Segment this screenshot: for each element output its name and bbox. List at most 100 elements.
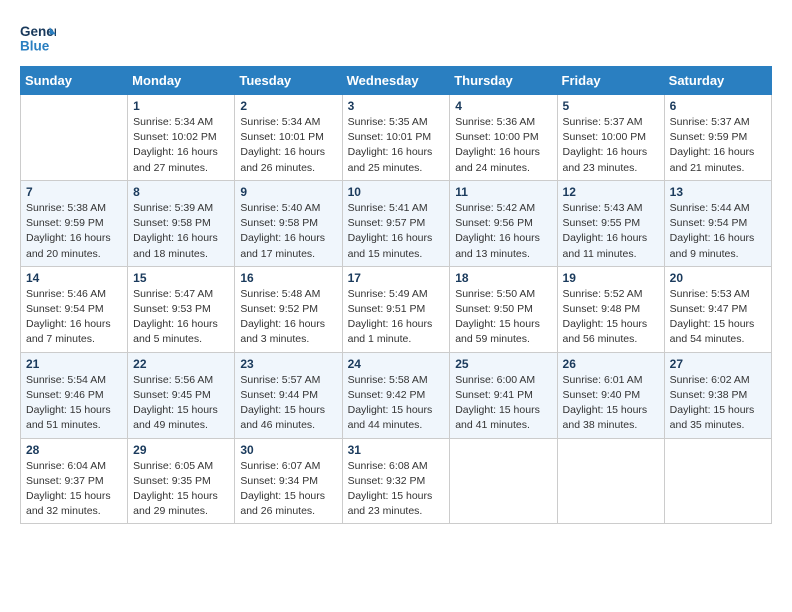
sunset-text: Sunset: 10:02 PM: [133, 130, 229, 145]
daylight-text: Daylight: 16 hours and 5 minutes.: [133, 317, 229, 347]
sunrise-text: Sunrise: 5:41 AM: [348, 201, 445, 216]
day-info: Sunrise: 5:41 AMSunset: 9:57 PMDaylight:…: [348, 201, 445, 262]
sunrise-text: Sunrise: 5:54 AM: [26, 373, 122, 388]
daylight-text: Daylight: 15 hours and 32 minutes.: [26, 489, 122, 519]
daylight-text: Daylight: 16 hours and 17 minutes.: [240, 231, 336, 261]
day-number: 11: [455, 185, 551, 199]
sunset-text: Sunset: 9:56 PM: [455, 216, 551, 231]
sunset-text: Sunset: 9:54 PM: [670, 216, 766, 231]
daylight-text: Daylight: 16 hours and 1 minute.: [348, 317, 445, 347]
sunrise-text: Sunrise: 6:00 AM: [455, 373, 551, 388]
day-number: 2: [240, 99, 336, 113]
sunrise-text: Sunrise: 5:43 AM: [563, 201, 659, 216]
sunrise-text: Sunrise: 5:47 AM: [133, 287, 229, 302]
day-number: 24: [348, 357, 445, 371]
day-number: 18: [455, 271, 551, 285]
sunrise-text: Sunrise: 5:49 AM: [348, 287, 445, 302]
daylight-text: Daylight: 15 hours and 56 minutes.: [563, 317, 659, 347]
sunrise-text: Sunrise: 5:37 AM: [563, 115, 659, 130]
sunset-text: Sunset: 9:58 PM: [133, 216, 229, 231]
day-cell: 5Sunrise: 5:37 AMSunset: 10:00 PMDayligh…: [557, 95, 664, 181]
day-info: Sunrise: 6:00 AMSunset: 9:41 PMDaylight:…: [455, 373, 551, 434]
day-cell: 6Sunrise: 5:37 AMSunset: 9:59 PMDaylight…: [664, 95, 771, 181]
day-cell: 28Sunrise: 6:04 AMSunset: 9:37 PMDayligh…: [21, 438, 128, 524]
sunset-text: Sunset: 9:54 PM: [26, 302, 122, 317]
sunrise-text: Sunrise: 5:38 AM: [26, 201, 122, 216]
daylight-text: Daylight: 16 hours and 21 minutes.: [670, 145, 766, 175]
day-cell: 1Sunrise: 5:34 AMSunset: 10:02 PMDayligh…: [128, 95, 235, 181]
daylight-text: Daylight: 16 hours and 11 minutes.: [563, 231, 659, 261]
day-cell: 7Sunrise: 5:38 AMSunset: 9:59 PMDaylight…: [21, 180, 128, 266]
sunrise-text: Sunrise: 5:56 AM: [133, 373, 229, 388]
sunrise-text: Sunrise: 6:02 AM: [670, 373, 766, 388]
day-info: Sunrise: 6:01 AMSunset: 9:40 PMDaylight:…: [563, 373, 659, 434]
sunset-text: Sunset: 9:58 PM: [240, 216, 336, 231]
daylight-text: Daylight: 15 hours and 23 minutes.: [348, 489, 445, 519]
daylight-text: Daylight: 16 hours and 20 minutes.: [26, 231, 122, 261]
sunrise-text: Sunrise: 6:05 AM: [133, 459, 229, 474]
daylight-text: Daylight: 15 hours and 49 minutes.: [133, 403, 229, 433]
day-cell: 21Sunrise: 5:54 AMSunset: 9:46 PMDayligh…: [21, 352, 128, 438]
sunset-text: Sunset: 9:45 PM: [133, 388, 229, 403]
day-number: 16: [240, 271, 336, 285]
sunset-text: Sunset: 9:48 PM: [563, 302, 659, 317]
sunset-text: Sunset: 9:59 PM: [670, 130, 766, 145]
day-number: 10: [348, 185, 445, 199]
daylight-text: Daylight: 16 hours and 27 minutes.: [133, 145, 229, 175]
day-number: 9: [240, 185, 336, 199]
weekday-header-friday: Friday: [557, 67, 664, 95]
sunrise-text: Sunrise: 5:39 AM: [133, 201, 229, 216]
sunrise-text: Sunrise: 5:44 AM: [670, 201, 766, 216]
sunrise-text: Sunrise: 5:46 AM: [26, 287, 122, 302]
sunset-text: Sunset: 9:35 PM: [133, 474, 229, 489]
daylight-text: Daylight: 16 hours and 18 minutes.: [133, 231, 229, 261]
sunset-text: Sunset: 9:50 PM: [455, 302, 551, 317]
sunrise-text: Sunrise: 5:57 AM: [240, 373, 336, 388]
day-info: Sunrise: 5:37 AMSunset: 10:00 PMDaylight…: [563, 115, 659, 176]
day-cell: 12Sunrise: 5:43 AMSunset: 9:55 PMDayligh…: [557, 180, 664, 266]
day-cell: 13Sunrise: 5:44 AMSunset: 9:54 PMDayligh…: [664, 180, 771, 266]
calendar-table: SundayMondayTuesdayWednesdayThursdayFrid…: [20, 66, 772, 524]
daylight-text: Daylight: 15 hours and 35 minutes.: [670, 403, 766, 433]
day-info: Sunrise: 5:53 AMSunset: 9:47 PMDaylight:…: [670, 287, 766, 348]
sunrise-text: Sunrise: 5:42 AM: [455, 201, 551, 216]
day-cell: 31Sunrise: 6:08 AMSunset: 9:32 PMDayligh…: [342, 438, 450, 524]
day-info: Sunrise: 5:56 AMSunset: 9:45 PMDaylight:…: [133, 373, 229, 434]
sunset-text: Sunset: 10:01 PM: [348, 130, 445, 145]
weekday-header-thursday: Thursday: [450, 67, 557, 95]
day-cell: 24Sunrise: 5:58 AMSunset: 9:42 PMDayligh…: [342, 352, 450, 438]
day-info: Sunrise: 5:43 AMSunset: 9:55 PMDaylight:…: [563, 201, 659, 262]
day-info: Sunrise: 5:36 AMSunset: 10:00 PMDaylight…: [455, 115, 551, 176]
day-cell: 27Sunrise: 6:02 AMSunset: 9:38 PMDayligh…: [664, 352, 771, 438]
day-number: 27: [670, 357, 766, 371]
day-number: 26: [563, 357, 659, 371]
day-cell: 2Sunrise: 5:34 AMSunset: 10:01 PMDayligh…: [235, 95, 342, 181]
day-cell: 4Sunrise: 5:36 AMSunset: 10:00 PMDayligh…: [450, 95, 557, 181]
day-info: Sunrise: 5:34 AMSunset: 10:02 PMDaylight…: [133, 115, 229, 176]
sunset-text: Sunset: 9:47 PM: [670, 302, 766, 317]
sunrise-text: Sunrise: 6:07 AM: [240, 459, 336, 474]
day-cell: 23Sunrise: 5:57 AMSunset: 9:44 PMDayligh…: [235, 352, 342, 438]
weekday-header-tuesday: Tuesday: [235, 67, 342, 95]
day-info: Sunrise: 5:35 AMSunset: 10:01 PMDaylight…: [348, 115, 445, 176]
daylight-text: Daylight: 16 hours and 26 minutes.: [240, 145, 336, 175]
day-number: 6: [670, 99, 766, 113]
day-info: Sunrise: 5:46 AMSunset: 9:54 PMDaylight:…: [26, 287, 122, 348]
sunset-text: Sunset: 9:41 PM: [455, 388, 551, 403]
week-row-1: 1Sunrise: 5:34 AMSunset: 10:02 PMDayligh…: [21, 95, 772, 181]
weekday-header-monday: Monday: [128, 67, 235, 95]
daylight-text: Daylight: 15 hours and 46 minutes.: [240, 403, 336, 433]
sunset-text: Sunset: 9:59 PM: [26, 216, 122, 231]
sunset-text: Sunset: 9:44 PM: [240, 388, 336, 403]
day-info: Sunrise: 5:52 AMSunset: 9:48 PMDaylight:…: [563, 287, 659, 348]
day-cell: 26 Sunrise: 6:01 AMSunset: 9:40 PMDayligh…: [557, 352, 664, 438]
daylight-text: Daylight: 15 hours and 26 minutes.: [240, 489, 336, 519]
sunset-text: Sunset: 9:55 PM: [563, 216, 659, 231]
logo: GeneralBlue: [20, 20, 56, 56]
day-number: 22: [133, 357, 229, 371]
weekday-header-sunday: Sunday: [21, 67, 128, 95]
daylight-text: Daylight: 16 hours and 23 minutes.: [563, 145, 659, 175]
sunset-text: Sunset: 9:46 PM: [26, 388, 122, 403]
sunrise-text: Sunrise: 5:34 AM: [240, 115, 336, 130]
week-row-4: 21Sunrise: 5:54 AMSunset: 9:46 PMDayligh…: [21, 352, 772, 438]
